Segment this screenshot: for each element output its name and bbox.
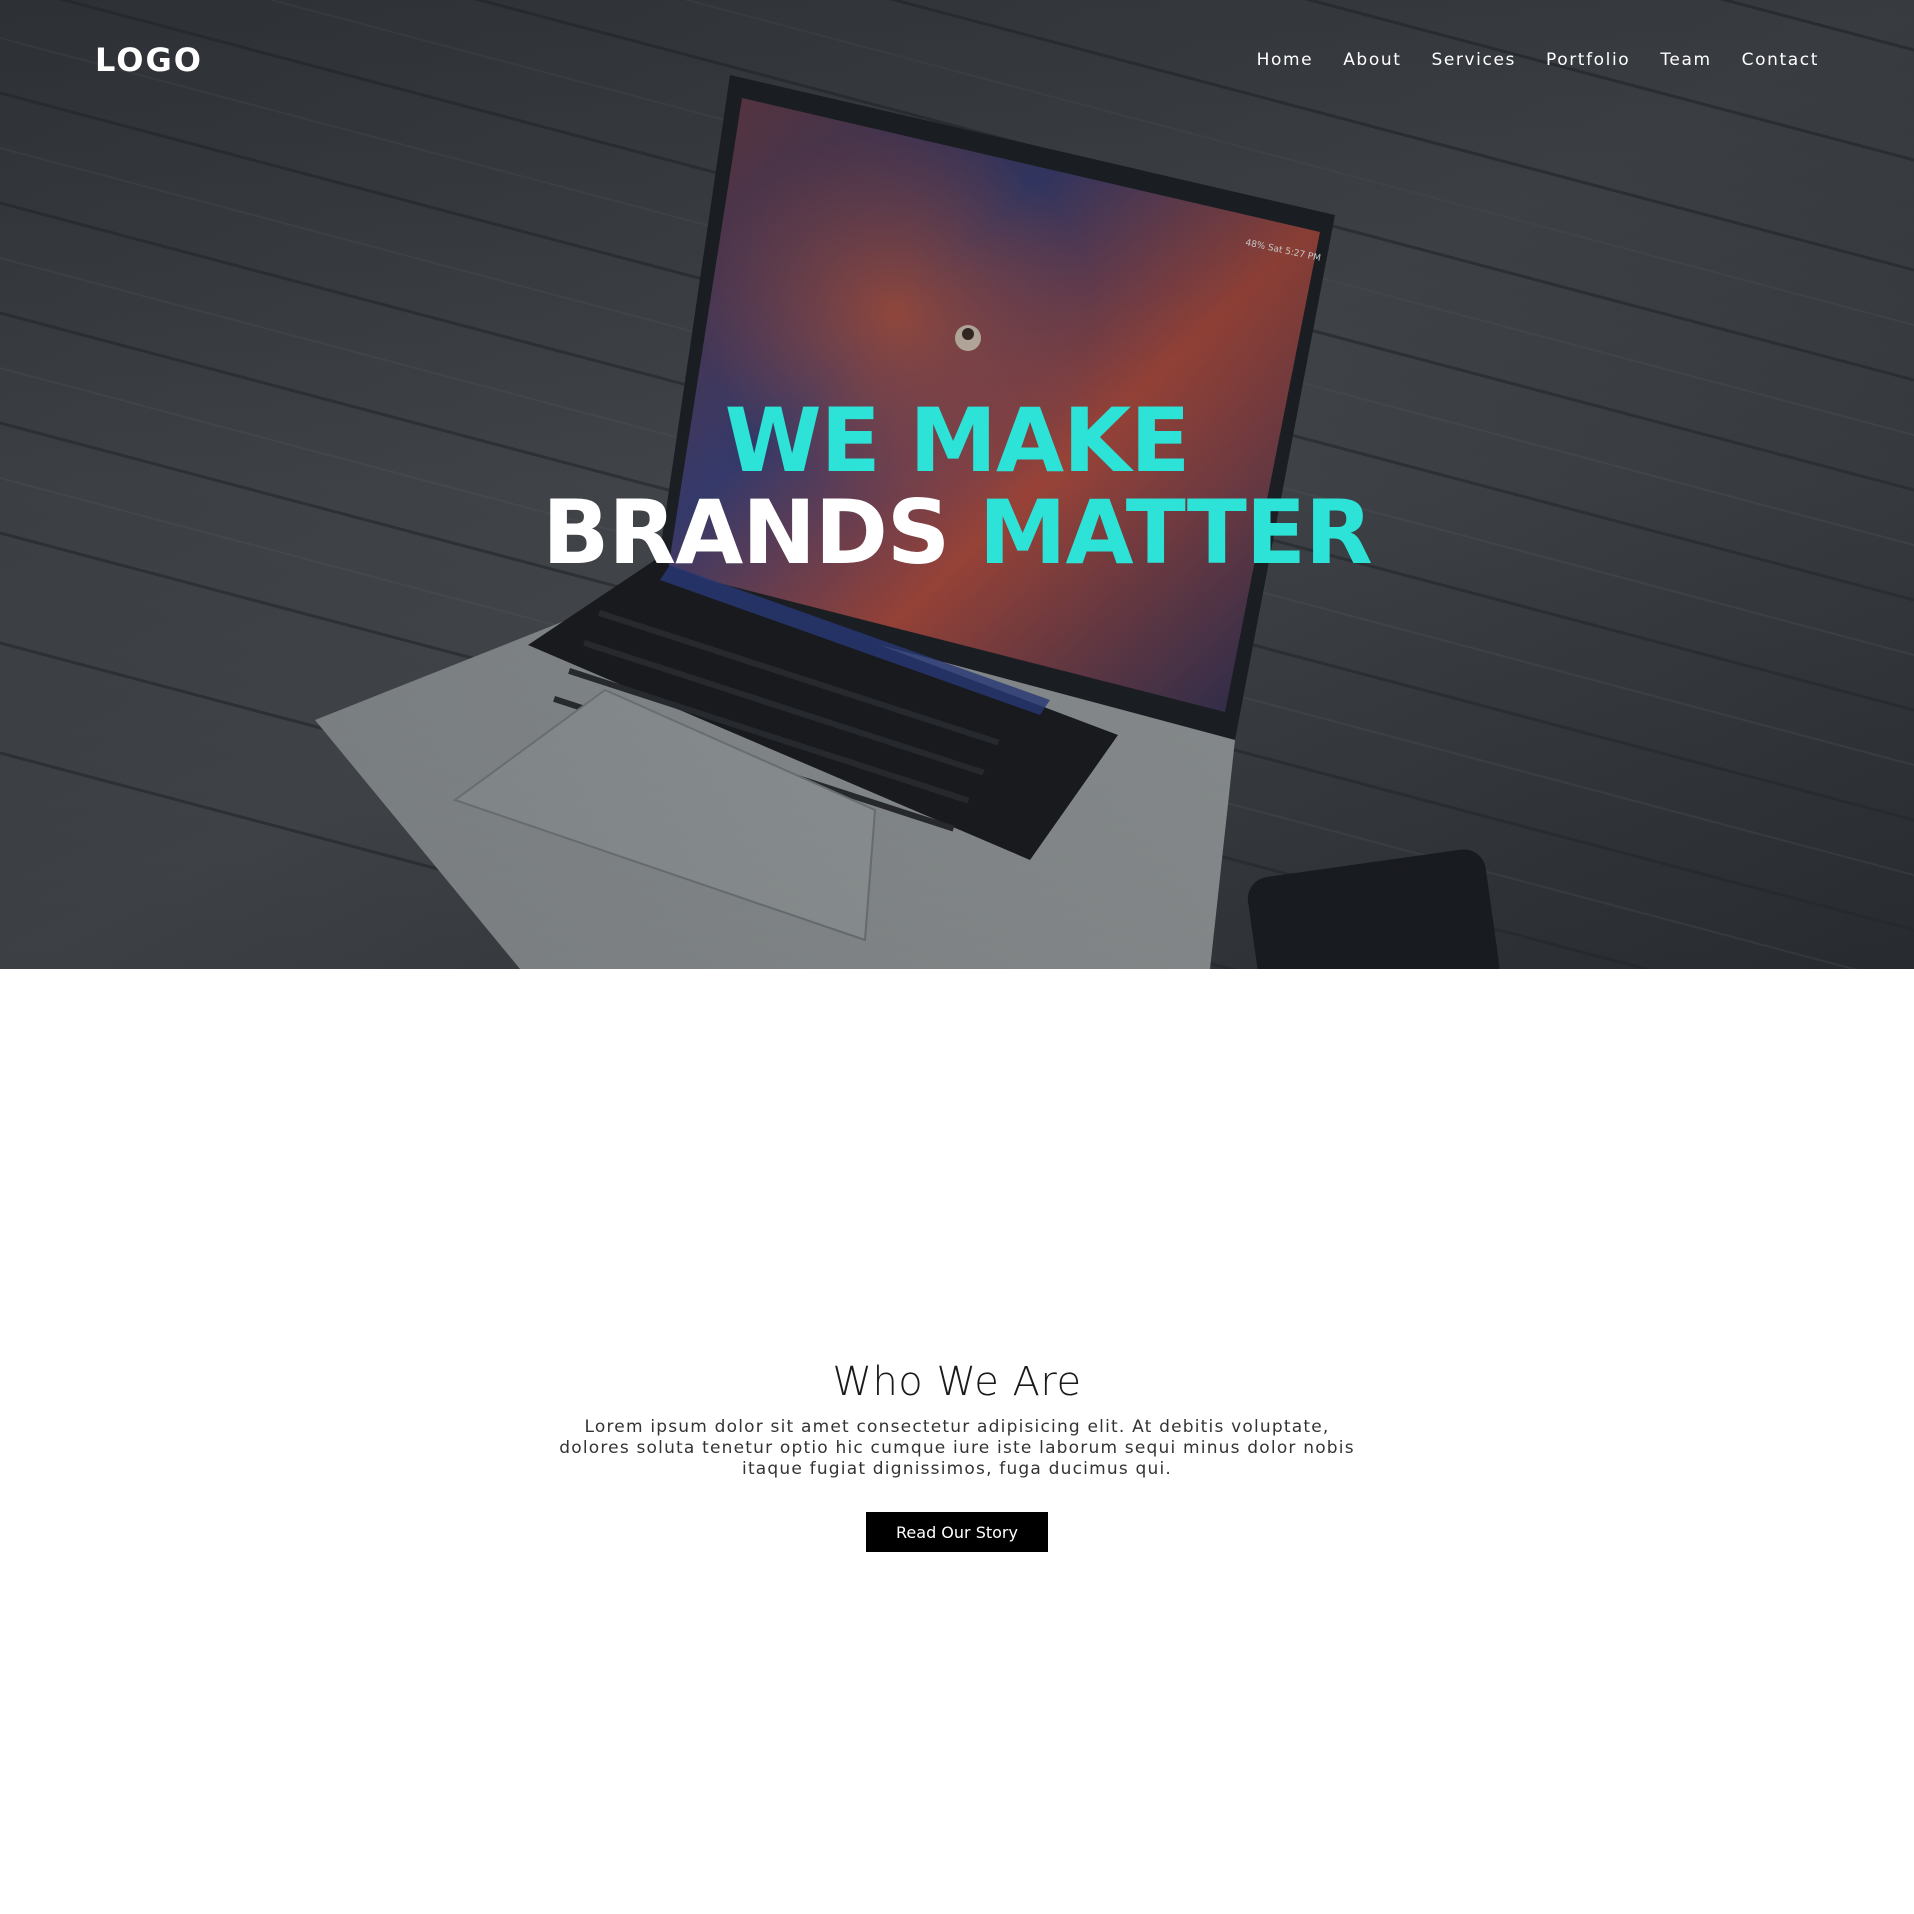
hero-heading-line1: WE MAKE [724, 389, 1191, 492]
nav-item-home: Home [1257, 50, 1314, 70]
nav-item-team: Team [1660, 50, 1711, 70]
nav-links: Home About Services Portfolio Team Conta… [1257, 50, 1819, 70]
hero-heading-matter: MATTER [978, 481, 1373, 584]
hero-heading: WE MAKE BRANDS MATTER [0, 395, 1914, 579]
hero-heading-brands: BRANDS [542, 481, 950, 584]
read-our-story-button[interactable]: Read Our Story [866, 1512, 1048, 1552]
nav-link-home[interactable]: Home [1257, 50, 1314, 70]
about-content: Who We Are Lorem ipsum dolor sit amet co… [0, 1359, 1914, 1552]
about-section: Who We Are Lorem ipsum dolor sit amet co… [0, 969, 1914, 1914]
nav-link-team[interactable]: Team [1660, 50, 1711, 70]
nav-item-about: About [1343, 50, 1401, 70]
logo[interactable]: LOGO [95, 41, 203, 79]
nav-link-about[interactable]: About [1343, 50, 1401, 70]
about-title: Who We Are [832, 1359, 1082, 1405]
nav-link-portfolio[interactable]: Portfolio [1546, 50, 1630, 70]
navbar: LOGO Home About Services Portfolio Team … [0, 0, 1914, 120]
nav-item-services: Services [1431, 50, 1516, 70]
nav-item-contact: Contact [1742, 50, 1819, 70]
hero-heading-line2: BRANDS MATTER [0, 487, 1914, 579]
hero-section: 48% Sat 5:27 PM LOGO Home About Services… [0, 0, 1914, 969]
nav-item-portfolio: Portfolio [1546, 50, 1630, 70]
nav-link-contact[interactable]: Contact [1742, 50, 1819, 70]
about-text: Lorem ipsum dolor sit amet consectetur a… [559, 1417, 1355, 1479]
nav-link-services[interactable]: Services [1431, 50, 1516, 70]
